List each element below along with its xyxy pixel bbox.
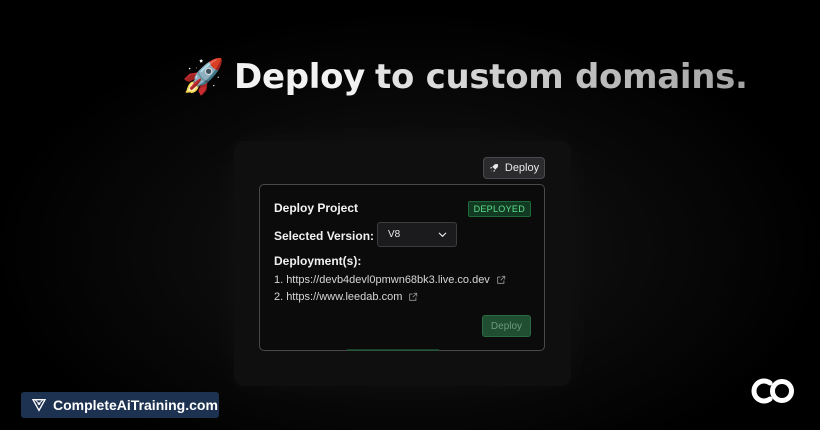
- brand-banner[interactable]: CompleteAiTraining.com: [21, 392, 219, 418]
- external-link-icon[interactable]: [408, 292, 418, 302]
- chevron-down-icon: [438, 232, 447, 237]
- selected-version-label: Selected Version:: [274, 229, 375, 243]
- deployment-index: 1.: [274, 274, 284, 286]
- deployments-label: Deployment(s):: [274, 254, 362, 268]
- headline-part2: to custom domains.: [375, 57, 748, 97]
- version-select-value: V8: [388, 229, 401, 240]
- deployment-index: 2.: [274, 291, 284, 303]
- dialog-title: Deploy Project: [274, 201, 359, 215]
- external-link-icon[interactable]: [496, 275, 506, 285]
- dialog-deploy-button[interactable]: Deploy: [482, 315, 531, 337]
- background-button-edge: [347, 349, 439, 351]
- deployment-item: 2. https://www.leedab.com: [274, 291, 418, 303]
- status-badge: DEPLOYED: [467, 201, 531, 217]
- deploy-project-dialog: Deploy Project DEPLOYED Selected Version…: [259, 184, 545, 351]
- rocket-icon: [489, 163, 498, 173]
- deployment-item: 1. https://devb4devl0pmwn68bk3.live.co.d…: [274, 274, 506, 286]
- deployment-link[interactable]: https://www.leedab.com: [286, 291, 402, 303]
- triangle-logo-icon: [31, 399, 47, 412]
- rocket-emoji-icon: 🚀: [182, 57, 225, 97]
- headline-part1: Deploy: [234, 57, 366, 97]
- brand-text: CompleteAiTraining.com: [53, 397, 218, 413]
- version-select[interactable]: V8: [377, 222, 457, 247]
- deployment-link[interactable]: https://devb4devl0pmwn68bk3.live.co.dev: [286, 274, 490, 286]
- toolbar-deploy-button[interactable]: Deploy: [483, 157, 545, 179]
- page-headline: 🚀 Deploy to custom domains.: [182, 52, 748, 102]
- toolbar-deploy-label: Deploy: [504, 162, 540, 174]
- co-logo-icon: [751, 378, 794, 404]
